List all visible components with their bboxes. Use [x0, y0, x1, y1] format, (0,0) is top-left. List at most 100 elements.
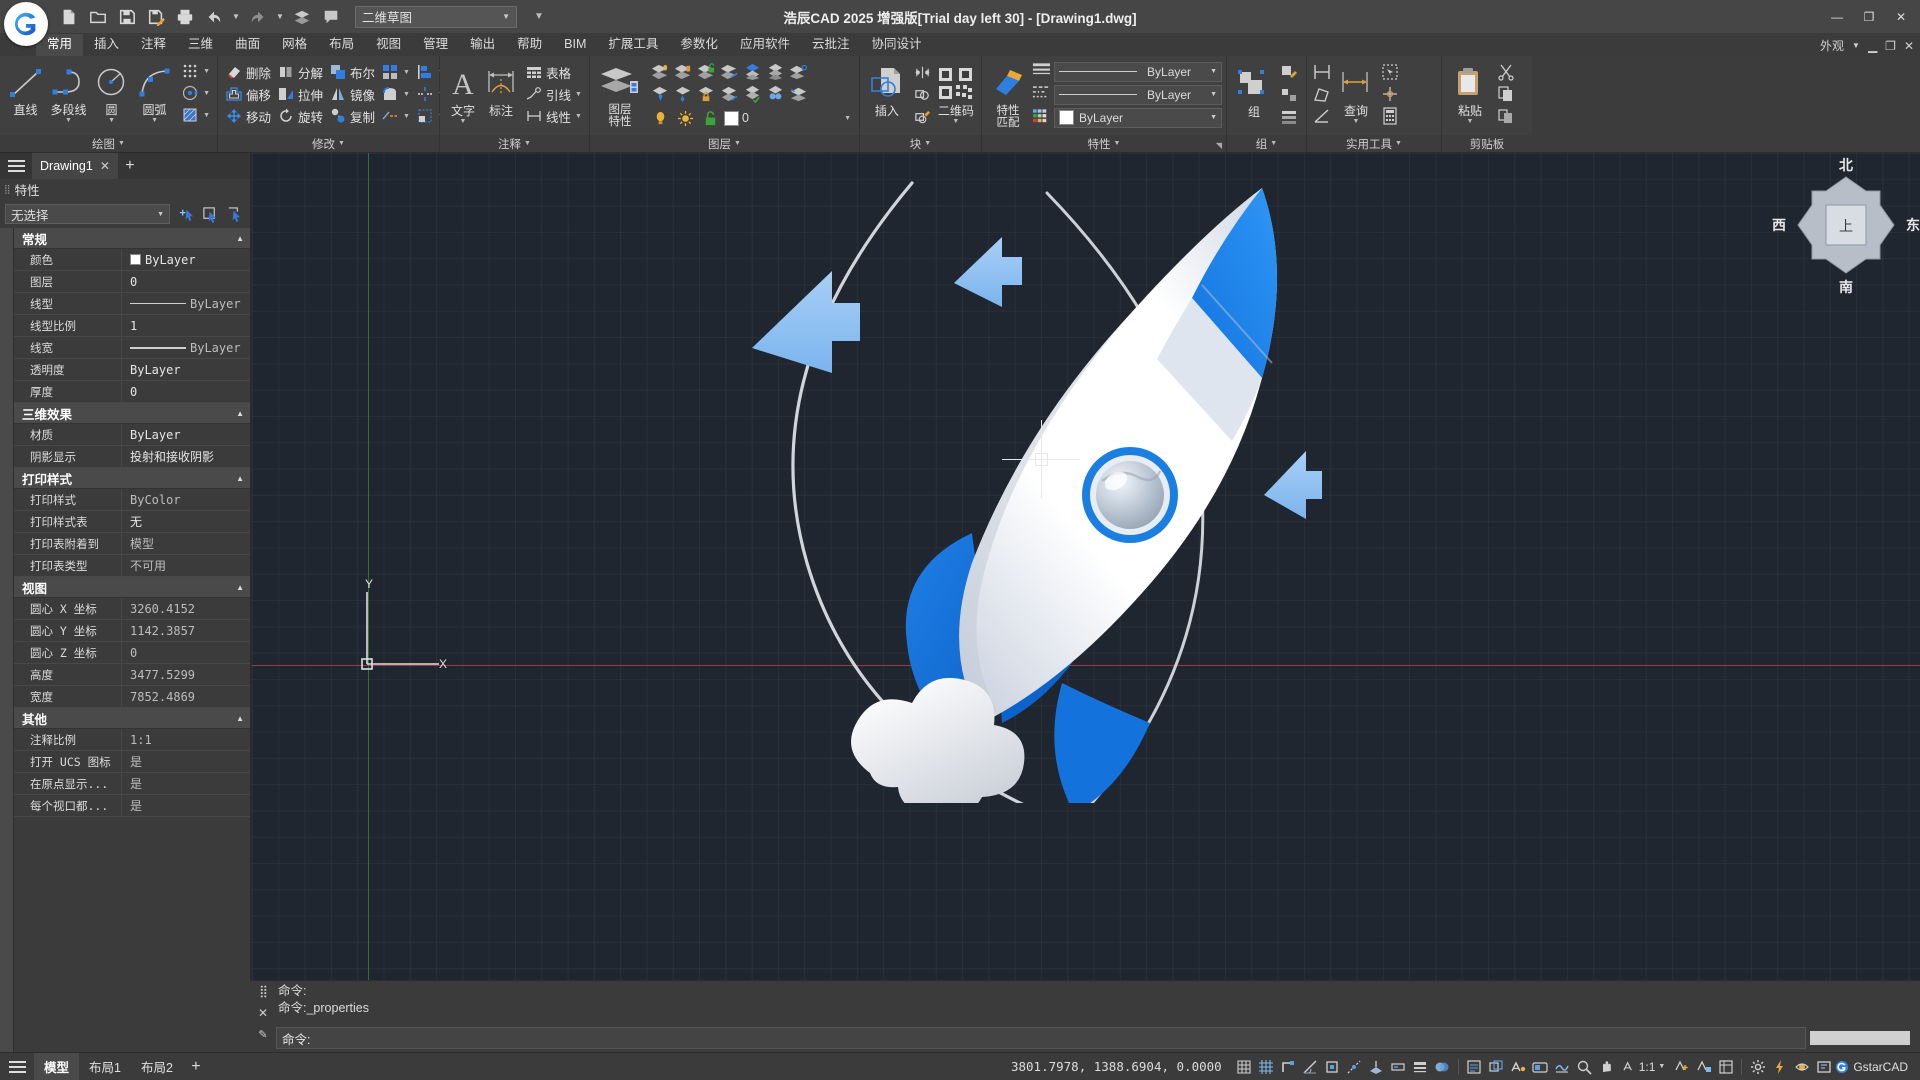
block-qrcode-button[interactable]: 二维码 ▼	[935, 61, 977, 126]
id-point-icon[interactable]	[1379, 83, 1401, 105]
print-icon[interactable]	[172, 4, 198, 30]
measure-distance-icon[interactable]	[1311, 61, 1333, 83]
ribbon-tab-15[interactable]: 云批注	[801, 34, 861, 56]
app-logo-icon[interactable]	[4, 2, 48, 46]
annotation-auto-scale-icon[interactable]	[1693, 1056, 1714, 1078]
draw-polyline-button[interactable]: 多段线 ▼	[47, 60, 90, 125]
lineweight-icon[interactable]	[1410, 1056, 1431, 1078]
group-edit-icon[interactable]	[1278, 62, 1300, 84]
layer-change-icon[interactable]	[718, 60, 740, 82]
layer-state-icon[interactable]	[787, 60, 809, 82]
redo-dropdown-icon[interactable]: ▼	[274, 12, 286, 21]
property-value[interactable]: ByLayer	[122, 253, 250, 267]
modify-fillet-chevron-icon[interactable]: ▼	[403, 91, 410, 98]
property-group-header[interactable]: 三维效果▲	[14, 403, 250, 424]
quickselect-palette-icon[interactable]	[199, 203, 221, 225]
ribbon-tab-2[interactable]: 注释	[130, 34, 177, 56]
block-qrcode-chevron-icon[interactable]: ▼	[952, 118, 959, 126]
measure-list-icon[interactable]	[1311, 105, 1333, 127]
property-row[interactable]: 在原点显示...是	[14, 773, 250, 795]
isolate-objects-icon[interactable]	[1791, 1056, 1812, 1078]
property-value[interactable]: 是	[122, 753, 250, 770]
properties-list[interactable]: 常规▲颜色ByLayer图层0线型ByLayer线型比例1线宽ByLayer透明…	[0, 228, 250, 1052]
command-scrollbar[interactable]	[1810, 1031, 1910, 1045]
ribbon-tab-1[interactable]: 插入	[83, 34, 130, 56]
modify-fillet-button[interactable]: ▼	[378, 83, 413, 105]
copy-clip-icon[interactable]	[1495, 83, 1517, 105]
command-input[interactable]: 命令:	[276, 1027, 1806, 1049]
command-pencil-icon[interactable]: ✎	[258, 1028, 267, 1041]
draw-point-button[interactable]: ▼	[178, 60, 213, 82]
modify-trim-chevron-icon[interactable]: ▼	[403, 113, 410, 120]
ribbon-tab-7[interactable]: 视图	[365, 34, 412, 56]
panel-utilities-chevron-icon[interactable]: ▼	[1395, 140, 1402, 147]
view-cube[interactable]: 上 北 南 东 西	[1792, 171, 1900, 279]
ribbon-tab-8[interactable]: 管理	[412, 34, 459, 56]
save-icon[interactable]	[114, 4, 140, 30]
properties-dialog-launcher-icon[interactable]: ◥	[1216, 141, 1222, 150]
property-group-header[interactable]: 其他▲	[14, 708, 250, 729]
modify-rotate-button[interactable]: 旋转	[274, 105, 326, 127]
ribbon-tab-4[interactable]: 曲面	[224, 34, 271, 56]
layer-transparency-icon[interactable]	[764, 82, 786, 104]
property-row[interactable]: 打印样式ByColor	[14, 489, 250, 511]
layout-grid-icon[interactable]	[1715, 1056, 1736, 1078]
layer-color-swatch[interactable]	[724, 111, 739, 126]
chevron-up-icon[interactable]: ▲	[236, 583, 244, 592]
property-row[interactable]: 圆心 Y 坐标1142.3857	[14, 620, 250, 642]
appearance-menu[interactable]: 外观	[1820, 37, 1844, 54]
clean-screen-icon[interactable]	[1813, 1056, 1834, 1078]
property-value[interactable]: ByLayer	[122, 297, 250, 311]
property-row[interactable]: 圆心 X 坐标3260.4152	[14, 598, 250, 620]
chevron-up-icon[interactable]: ▲	[236, 474, 244, 483]
layout-tab-2[interactable]: 布局2	[131, 1053, 183, 1080]
group-manager-icon[interactable]	[1278, 106, 1300, 128]
new-file-icon[interactable]	[56, 4, 82, 30]
dyninput-icon[interactable]	[1388, 1056, 1409, 1078]
copy-base-icon[interactable]	[1495, 105, 1517, 127]
layer-match-icon[interactable]	[718, 82, 740, 104]
layer-dropdown-chevron-icon[interactable]: ▼	[844, 115, 855, 122]
snap-icon[interactable]	[1234, 1056, 1255, 1078]
selectioncycle-icon[interactable]	[1486, 1056, 1507, 1078]
ungroup-icon[interactable]	[1278, 84, 1300, 106]
selection-combo[interactable]: 无选择 ▼	[5, 204, 170, 224]
annotate-table-button[interactable]: 表格	[522, 61, 585, 83]
grid-icon[interactable]	[1256, 1056, 1277, 1078]
property-row[interactable]: 材质ByLayer	[14, 424, 250, 446]
property-value[interactable]: 1142.3857	[122, 624, 250, 638]
property-value[interactable]: 0	[122, 275, 250, 289]
quickprops-icon[interactable]	[1464, 1056, 1485, 1078]
property-row[interactable]: 打印样式表无	[14, 511, 250, 533]
panel-modify-chevron-icon[interactable]: ▼	[338, 140, 345, 147]
draw-revcloud-chevron-icon[interactable]: ▼	[203, 90, 210, 97]
save-as-icon[interactable]	[143, 4, 169, 30]
osnap-icon[interactable]	[1322, 1056, 1343, 1078]
property-value[interactable]: 不可用	[122, 557, 250, 574]
modify-explode-button[interactable]: 分解	[274, 61, 326, 83]
maximize-button[interactable]: ❐	[1854, 5, 1884, 29]
property-value[interactable]: ByColor	[122, 493, 250, 507]
pickadd-icon[interactable]	[175, 203, 197, 225]
ribbon-tab-16[interactable]: 协同设计	[860, 34, 932, 56]
draw-point-chevron-icon[interactable]: ▼	[203, 68, 210, 75]
property-row[interactable]: 线型比例1	[14, 315, 250, 337]
paste-button[interactable]: 粘贴 ▼	[1446, 61, 1494, 126]
layer-walk-icon[interactable]	[787, 82, 809, 104]
chevron-up-icon[interactable]: ▲	[236, 714, 244, 723]
open-file-icon[interactable]	[85, 4, 111, 30]
property-value[interactable]: ByLayer	[122, 341, 250, 355]
property-row[interactable]: 高度3477.5299	[14, 664, 250, 686]
quickselect-icon[interactable]	[1379, 61, 1401, 83]
appearance-chevron-icon[interactable]: ▼	[1852, 41, 1860, 50]
property-row[interactable]: 打印表附着到模型	[14, 533, 250, 555]
property-value[interactable]: ByLayer	[122, 363, 250, 377]
modify-trim-button[interactable]: ▼	[378, 105, 413, 127]
ribbon-minimize-icon[interactable]: ▁	[1868, 39, 1877, 53]
minimize-button[interactable]: —	[1822, 5, 1852, 29]
modify-boolean-button[interactable]: 布尔	[326, 61, 378, 83]
draw-arc-chevron-icon[interactable]: ▼	[151, 117, 158, 125]
modify-array-chevron-icon[interactable]: ▼	[403, 69, 410, 76]
layer-properties-button[interactable]: 图层 特性	[594, 60, 646, 128]
property-value[interactable]: 3260.4152	[122, 602, 250, 616]
